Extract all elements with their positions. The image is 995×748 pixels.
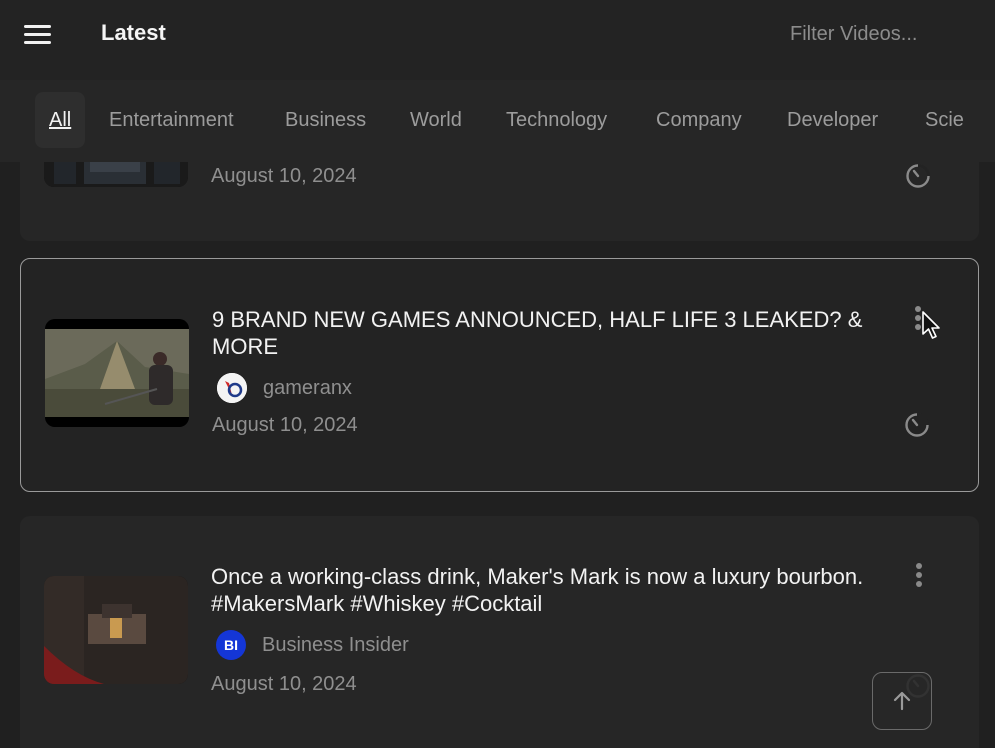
tab-entertainment[interactable]: Entertainment [109,92,234,148]
channel-row[interactable]: BI Business Insider [216,630,409,660]
video-thumbnail[interactable] [44,162,188,187]
video-title[interactable]: Once a working-class drink, Maker's Mark… [211,563,909,617]
video-card[interactable]: Once a working-class drink, Maker's Mark… [20,516,979,748]
video-card[interactable]: August 10, 2024 [20,162,979,241]
menu-line [24,33,51,36]
video-title[interactable]: 9 BRAND NEW GAMES ANNOUNCED, HALF LIFE 3… [212,306,908,360]
hamburger-icon[interactable] [22,22,54,46]
video-date: August 10, 2024 [212,414,358,436]
filter-videos-input[interactable] [780,18,980,50]
tab-all[interactable]: All [35,92,86,148]
video-thumbnail[interactable] [45,319,189,427]
tab-technology[interactable]: Technology [506,92,607,148]
video-thumbnail[interactable] [44,576,188,684]
tab-developer[interactable]: Developer [787,92,878,148]
scroll-to-top-button[interactable] [872,672,932,730]
tab-company[interactable]: Company [656,92,742,148]
mouse-cursor-icon [922,311,940,339]
tab-business[interactable]: Business [285,92,366,148]
arrow-up-icon [893,691,911,711]
channel-avatar [217,373,247,403]
channel-avatar: BI [216,630,246,660]
top-bar: Latest [0,0,995,80]
video-date: August 10, 2024 [211,673,357,695]
channel-name[interactable]: gameranx [263,377,352,400]
more-vertical-icon[interactable] [912,563,926,589]
timer-icon[interactable] [904,412,930,438]
video-feed[interactable]: August 10, 2024 9 BRAND NEW GAMES ANNOUN… [0,162,995,748]
thumbnail-image [44,576,188,684]
video-card[interactable]: 9 BRAND NEW GAMES ANNOUNCED, HALF LIFE 3… [20,258,979,492]
video-date: August 10, 2024 [211,165,357,187]
category-tabs: All Entertainment Business World Technol… [0,80,995,162]
app: Latest All Entertainment Business World … [0,0,995,748]
thumbnail-image [44,162,188,187]
menu-line [24,41,51,44]
channel-name[interactable]: Business Insider [262,634,409,657]
timer-icon[interactable] [905,163,931,189]
tab-science[interactable]: Scie [925,92,964,148]
channel-row[interactable]: gameranx [217,373,352,403]
page-title: Latest [101,20,166,45]
thumbnail-image [45,319,189,427]
menu-line [24,25,51,28]
tab-world[interactable]: World [410,92,462,148]
gameranx-logo-icon [217,373,247,403]
